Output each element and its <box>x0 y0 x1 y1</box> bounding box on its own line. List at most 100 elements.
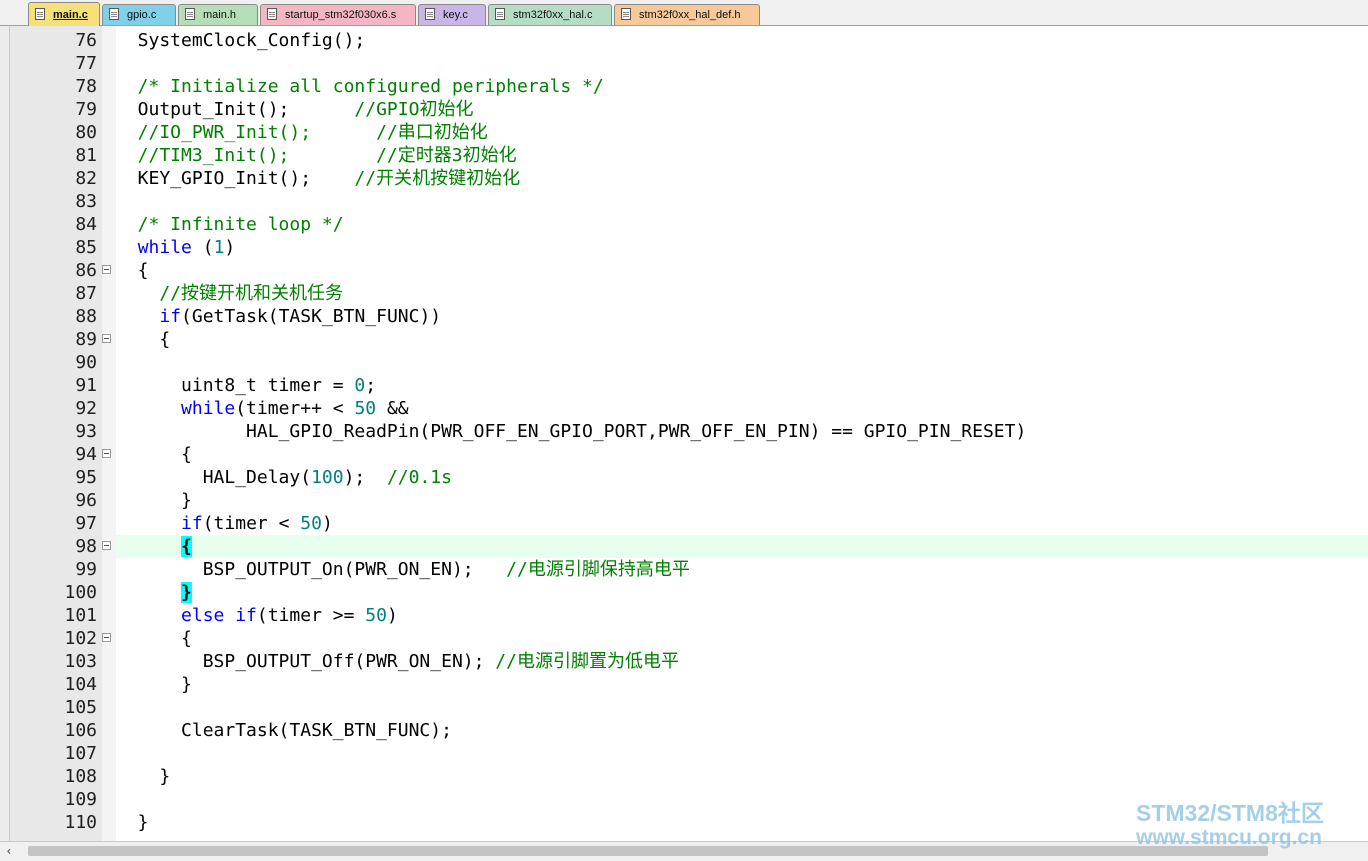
code-line[interactable]: 78 /* Initialize all configured peripher… <box>0 75 1368 98</box>
comment: //电源引脚保持高电平 <box>506 559 690 580</box>
tab-stm32f0xx-hal-def-h[interactable]: stm32f0xx_hal_def.h <box>614 4 760 25</box>
file-icon <box>35 8 45 20</box>
code-text: //按键开机和关机任务 <box>116 282 343 305</box>
tab-label: main.h <box>203 9 237 21</box>
code-token: (timer < <box>202 513 301 534</box>
fold-collapse-icon[interactable] <box>102 541 111 550</box>
line-number: 82 <box>75 168 97 189</box>
code-line[interactable]: 87 //按键开机和关机任务 <box>0 282 1368 305</box>
code-line[interactable]: 81 //TIM3_Init(); //定时器3初始化 <box>0 144 1368 167</box>
code-line[interactable]: 105 <box>0 696 1368 719</box>
fold-collapse-icon[interactable] <box>102 633 111 642</box>
code-line[interactable]: 79 Output_Init(); //GPIO初始化 <box>0 98 1368 121</box>
line-number: 76 <box>75 30 97 51</box>
watermark-url: www.stmcu.org.cn <box>1136 826 1322 849</box>
code-text: } <box>116 765 170 788</box>
line-number: 89 <box>75 329 97 350</box>
line-number: 80 <box>75 122 97 143</box>
tab-gpio-c[interactable]: gpio.c <box>102 4 176 25</box>
keyword: while <box>181 398 236 419</box>
number-literal: 50 <box>365 605 387 626</box>
code-line[interactable]: 82 KEY_GPIO_Init(); //开关机按键初始化 <box>0 167 1368 190</box>
tab-key-c[interactable]: key.c <box>418 4 486 25</box>
code-line[interactable]: 102 { <box>0 627 1368 650</box>
line-number: 104 <box>64 674 97 695</box>
fold-collapse-icon[interactable] <box>102 334 111 343</box>
code-line[interactable]: 80 //IO_PWR_Init(); //串口初始化 <box>0 121 1368 144</box>
code-line[interactable]: 98 { <box>0 535 1368 558</box>
code-text: } <box>116 673 192 696</box>
line-number: 93 <box>75 421 97 442</box>
code-line[interactable]: 100 } <box>0 581 1368 604</box>
code-line[interactable]: 106 ClearTask(TASK_BTN_FUNC); <box>0 719 1368 742</box>
code-text: BSP_OUTPUT_On(PWR_ON_EN); //电源引脚保持高电平 <box>116 558 690 581</box>
file-tab-bar: main.c gpio.c main.h startup_stm32f030x6.s k… <box>0 0 1368 26</box>
code-token: (timer++ < <box>235 398 355 419</box>
tab-label: main.c <box>53 9 88 21</box>
code-line[interactable]: 92 while(timer++ < 50 && <box>0 397 1368 420</box>
code-line[interactable]: 83 <box>0 190 1368 213</box>
code-text: while(timer++ < 50 && <box>116 397 409 420</box>
code-line[interactable]: 101 else if(timer >= 50) <box>0 604 1368 627</box>
tab-label: key.c <box>443 9 468 21</box>
line-number: 99 <box>75 559 97 580</box>
scrollbar-thumb[interactable] <box>28 846 1268 856</box>
code-text: HAL_GPIO_ReadPin(PWR_OFF_EN_GPIO_PORT,PW… <box>116 420 1026 443</box>
code-text: uint8_t timer = 0; <box>116 374 376 397</box>
code-token: uint8_t timer = <box>116 375 355 396</box>
tab-main-c[interactable]: main.c <box>28 2 100 26</box>
fold-collapse-icon[interactable] <box>102 265 111 274</box>
code-line[interactable]: 86 { <box>0 259 1368 282</box>
number-literal: 1 <box>213 237 225 258</box>
code-line[interactable]: 88 if(GetTask(TASK_BTN_FUNC)) <box>0 305 1368 328</box>
code-text: { <box>116 627 192 650</box>
comment: //GPIO初始化 <box>354 99 474 120</box>
line-number: 105 <box>64 697 97 718</box>
file-icon <box>267 8 277 20</box>
code-line[interactable]: 108 } <box>0 765 1368 788</box>
code-line[interactable]: 89 { <box>0 328 1368 351</box>
code-editor[interactable]: 76 SystemClock_Config(); 77 78 /* Initiali… <box>0 26 1368 841</box>
tab-main-h[interactable]: main.h <box>178 4 258 25</box>
comment: //TIM3_Init(); //定时器3初始化 <box>116 145 517 166</box>
scroll-left-arrow-icon[interactable]: ‹ <box>2 844 16 858</box>
line-number: 94 <box>75 444 97 465</box>
code-line[interactable]: 76 SystemClock_Config(); <box>0 29 1368 52</box>
comment: //按键开机和关机任务 <box>116 283 344 304</box>
tab-startup-stm32f030x6-s[interactable]: startup_stm32f030x6.s <box>260 4 416 25</box>
code-line[interactable]: 84 /* Infinite loop */ <box>0 213 1368 236</box>
code-line[interactable]: 77 <box>0 52 1368 75</box>
code-line[interactable]: 91 uint8_t timer = 0; <box>0 374 1368 397</box>
file-icon <box>109 8 119 20</box>
line-number: 110 <box>64 812 97 833</box>
code-text: } <box>116 489 192 512</box>
code-line[interactable]: 95 HAL_Delay(100); //0.1s <box>0 466 1368 489</box>
comment: //开关机按键初始化 <box>354 168 521 189</box>
line-number: 98 <box>75 536 97 557</box>
line-number: 96 <box>75 490 97 511</box>
code-line[interactable]: 107 <box>0 742 1368 765</box>
comment: //0.1s <box>386 467 452 488</box>
code-token: { <box>116 444 192 465</box>
code-text: { <box>116 535 192 558</box>
code-line[interactable]: 99 BSP_OUTPUT_On(PWR_ON_EN); //电源引脚保持高电平 <box>0 558 1368 581</box>
code-line[interactable]: 104 } <box>0 673 1368 696</box>
code-text: BSP_OUTPUT_Off(PWR_ON_EN); //电源引脚置为低电平 <box>116 650 679 673</box>
code-line[interactable]: 103 BSP_OUTPUT_Off(PWR_ON_EN); //电源引脚置为低… <box>0 650 1368 673</box>
code-line[interactable]: 85 while (1) <box>0 236 1368 259</box>
code-line[interactable]: 94 { <box>0 443 1368 466</box>
code-line[interactable]: 96 } <box>0 489 1368 512</box>
file-icon <box>621 8 631 20</box>
tab-stm32f0xx-hal-c[interactable]: stm32f0xx_hal.c <box>488 4 612 25</box>
code-line[interactable]: 93 HAL_GPIO_ReadPin(PWR_OFF_EN_GPIO_PORT… <box>0 420 1368 443</box>
fold-collapse-icon[interactable] <box>102 449 111 458</box>
code-line[interactable]: 97 if(timer < 50) <box>0 512 1368 535</box>
code-token: ); <box>343 467 387 488</box>
code-token: } <box>116 766 171 787</box>
code-line[interactable]: 90 <box>0 351 1368 374</box>
matched-brace: { <box>181 536 192 557</box>
matched-brace: } <box>181 582 192 603</box>
